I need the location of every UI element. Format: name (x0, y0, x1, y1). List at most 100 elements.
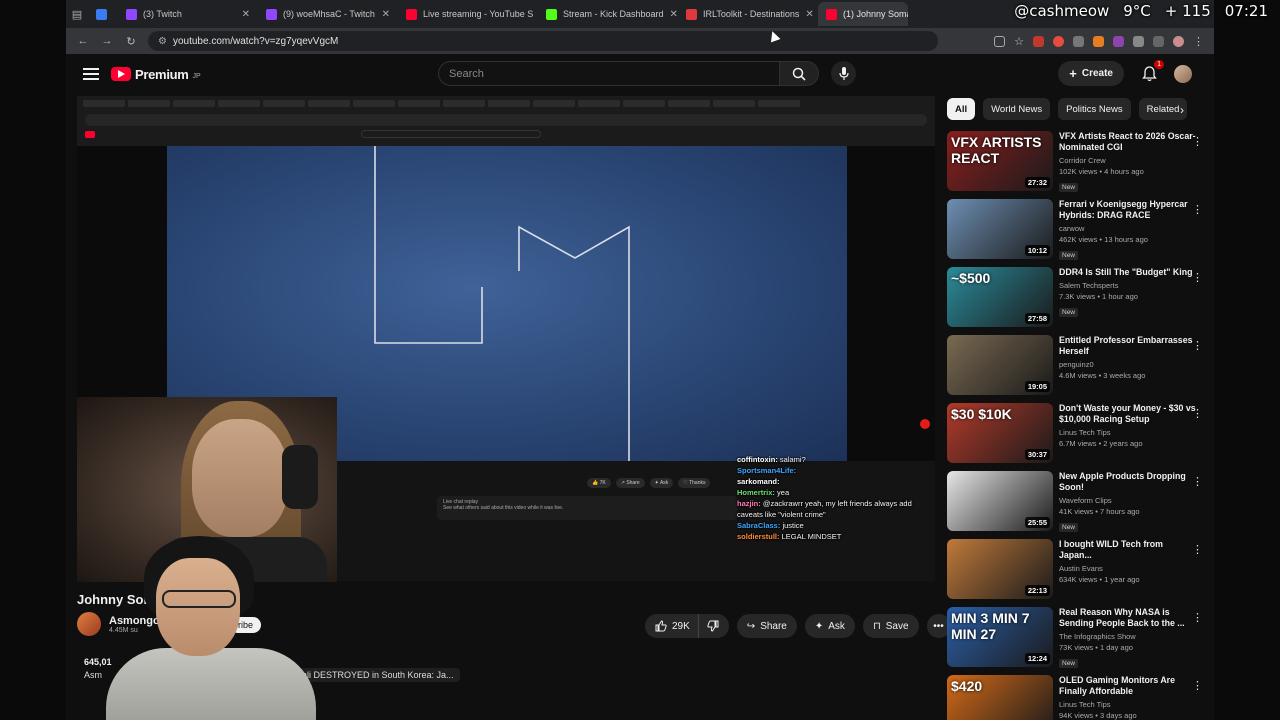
extension-icon[interactable] (1093, 35, 1104, 47)
more-options-icon[interactable]: ⋮ (1192, 135, 1203, 148)
browser-tab[interactable]: Stream - Kick Dashboard ✕ (538, 2, 678, 26)
more-options-icon[interactable]: ⋮ (1192, 543, 1203, 556)
video-thumbnail[interactable]: $30 $10K 30:37 (947, 403, 1053, 463)
tab-favicon-icon (686, 8, 697, 20)
header-actions: + Create 1 (1058, 59, 1192, 86)
recommendation-item[interactable]: $30 $10K 30:37 Don't Waste your Money - $3… (947, 403, 1207, 471)
recommendation-channel[interactable]: Linus Tech Tips (1059, 700, 1197, 709)
recommendation-title[interactable]: DDR4 Is Still The "Budget" King (1059, 267, 1197, 278)
browser-tab[interactable] (88, 2, 118, 26)
recommendation-title[interactable]: Don't Waste your Money - $30 vs $10,000 … (1059, 403, 1197, 425)
account-avatar[interactable] (1174, 64, 1192, 83)
video-duration: 12:24 (1024, 653, 1050, 664)
video-thumbnail[interactable]: $42013:38 (947, 675, 1053, 720)
site-info-icon[interactable]: ⚙ (158, 36, 167, 47)
video-thumbnail[interactable]: MIN 3 MIN 7 MIN 27 12:24 (947, 607, 1053, 667)
video-thumbnail[interactable]: 25:55 (947, 471, 1053, 531)
recommendation-item[interactable]: 19:05 Entitled Professor Embarrasses Hers… (947, 335, 1207, 403)
tab-close-icon[interactable]: ✕ (242, 9, 250, 20)
ask-button[interactable]: ✦ Ask (804, 614, 855, 638)
menu-icon[interactable] (83, 68, 99, 80)
more-icon: ••• (933, 620, 944, 632)
like-button[interactable]: 29K (645, 614, 698, 638)
recommendation-channel[interactable]: Corridor Crew (1059, 156, 1197, 165)
profile-icon[interactable] (1173, 35, 1184, 47)
recommendation-title[interactable]: OLED Gaming Monitors Are Finally Afforda… (1059, 675, 1197, 697)
recommendation-title[interactable]: Real Reason Why NASA is Sending People B… (1059, 607, 1197, 629)
create-button[interactable]: + Create (1058, 61, 1124, 86)
recommendation-title[interactable]: Ferrari v Koenigsegg Hypercar Hybrids: D… (1059, 199, 1197, 221)
forward-icon[interactable]: → (100, 35, 114, 47)
recommendation-channel[interactable]: The Infographics Show (1059, 632, 1197, 641)
recommendation-title[interactable]: VFX Artists React to 2026 Oscar-Nominate… (1059, 131, 1197, 153)
tab-close-icon[interactable]: ✕ (670, 9, 678, 20)
recommendation-title[interactable]: Entitled Professor Embarrasses Herself (1059, 335, 1197, 357)
recommendation-title[interactable]: New Apple Products Dropping Soon! (1059, 471, 1197, 493)
video-duration: 25:55 (1024, 517, 1050, 528)
recommendation-item[interactable]: ~$500 27:58 DDR4 Is Still The "Budget" Kin… (947, 267, 1207, 335)
recommendation-channel[interactable]: Austin Evans (1059, 564, 1197, 573)
recommendation-item[interactable]: 25:55 New Apple Products Dropping Soon! Wa… (947, 471, 1207, 539)
back-icon[interactable]: ← (76, 35, 90, 47)
recommendation-channel[interactable]: carwow (1059, 224, 1197, 233)
recommendation-channel[interactable]: penguinz0 (1059, 360, 1197, 369)
recommendation-channel[interactable]: Linus Tech Tips (1059, 428, 1197, 437)
chat-message: hazjin: @zackrawrr yeah, my left friends… (737, 498, 935, 520)
filter-chip[interactable]: Politics News (1058, 98, 1131, 120)
recommendation-item[interactable]: 22:13 I bought WILD Tech from Japan... Aus… (947, 539, 1207, 607)
video-thumbnail[interactable]: VFX ARTISTS REACT 27:32 (947, 131, 1053, 191)
recommendation-item[interactable]: MIN 3 MIN 7 MIN 27 12:24 Real Reason Why N… (947, 607, 1207, 675)
browser-tab[interactable]: (9) woeMhsaC - Twitch ✕ (258, 2, 398, 26)
search-area: Search (438, 61, 856, 86)
browser-menu-icon[interactable]: ⋮ (1193, 35, 1204, 48)
extension-icon[interactable] (1113, 35, 1124, 47)
youtube-premium-logo[interactable]: Premium JP (111, 67, 201, 82)
notifications-button[interactable]: 1 (1140, 59, 1164, 83)
recommendation-item[interactable]: $42013:38 OLED Gaming Monitors Are Finall… (947, 675, 1207, 720)
extension-icon[interactable] (1053, 35, 1064, 47)
recommendation-channel[interactable]: Salem Techsperts (1059, 281, 1197, 290)
puzzle-icon[interactable] (1133, 35, 1144, 47)
tab-search-icon[interactable]: ▤ (66, 8, 88, 21)
glasses (162, 590, 236, 608)
dislike-button[interactable] (697, 614, 729, 638)
save-button[interactable]: ⊓ Save (862, 614, 919, 638)
browser-tab[interactable]: Live streaming - YouTube S✕ (398, 2, 538, 26)
recommendation-item[interactable]: 10:12 Ferrari v Koenigsegg Hypercar Hybri… (947, 199, 1207, 267)
reload-icon[interactable]: ↻ (124, 35, 138, 48)
share-button[interactable]: ↪ Share (736, 614, 797, 638)
recommendation-title[interactable]: I bought WILD Tech from Japan... (1059, 539, 1197, 561)
recommendation-item[interactable]: VFX ARTISTS REACT 27:32 VFX Artists React … (947, 131, 1207, 199)
video-thumbnail[interactable]: 10:12 (947, 199, 1053, 259)
tab-close-icon[interactable]: ✕ (382, 9, 390, 20)
extension-icon[interactable] (1033, 35, 1044, 47)
install-icon[interactable] (994, 35, 1006, 47)
more-options-icon[interactable]: ⋮ (1192, 611, 1203, 624)
more-options-icon[interactable]: ⋮ (1192, 679, 1203, 692)
search-input[interactable]: Search (438, 61, 779, 86)
recommendation-meta: 6.7M views • 2 years ago (1059, 439, 1143, 448)
more-options-icon[interactable]: ⋮ (1192, 339, 1203, 352)
tab-label: Live streaming - YouTube S (423, 9, 534, 19)
browser-tab[interactable]: (1) Johnny Somali ...✕ (818, 2, 908, 26)
bookmark-star-icon[interactable]: ☆ (1014, 35, 1024, 48)
more-options-icon[interactable]: ⋮ (1192, 407, 1203, 420)
browser-tab[interactable]: (3) Twitch ✕ (118, 2, 258, 26)
filter-chip[interactable]: All (947, 98, 976, 120)
more-options-icon[interactable]: ⋮ (1192, 475, 1203, 488)
video-thumbnail[interactable]: 19:05 (947, 335, 1053, 395)
video-thumbnail[interactable]: 22:13 (947, 539, 1053, 599)
reading-list-icon[interactable] (1153, 35, 1164, 47)
browser-tab[interactable]: IRLToolkit - Destinations ✕ (678, 2, 818, 26)
more-options-icon[interactable]: ⋮ (1192, 203, 1203, 216)
url-field[interactable]: ⚙ youtube.com/watch?v=zg7yqevVgcM (148, 31, 938, 51)
extension-icon[interactable] (1073, 35, 1084, 47)
chevron-right-icon[interactable]: › (1180, 103, 1184, 117)
voice-search-button[interactable] (831, 61, 856, 86)
search-button[interactable] (779, 61, 819, 86)
tab-close-icon[interactable]: ✕ (805, 9, 813, 20)
video-thumbnail[interactable]: ~$500 27:58 (947, 267, 1053, 327)
filter-chip[interactable]: World News (983, 98, 1051, 120)
recommendation-channel[interactable]: Waveform Clips (1059, 496, 1197, 505)
more-options-icon[interactable]: ⋮ (1192, 271, 1203, 284)
